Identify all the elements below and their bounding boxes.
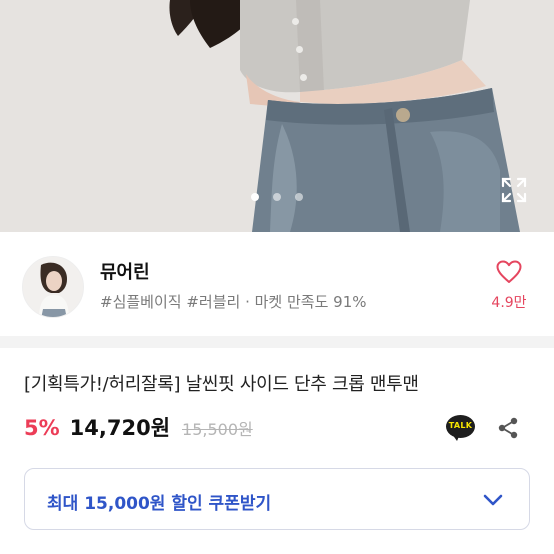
talk-label: TALK: [448, 421, 473, 430]
gallery-pagination: [0, 193, 554, 201]
expand-icon[interactable]: [500, 176, 528, 204]
sale-price: 14,720원: [69, 416, 171, 440]
product-title: [기획특가!/허리잘록] 날씬핏 사이드 단추 크롭 맨투맨: [24, 374, 419, 395]
seller-row[interactable]: 뮤어린 #심플베이직 #러블리 · 마켓 만족도 91% 4.9만: [0, 232, 554, 336]
section-divider: [0, 336, 554, 348]
gallery-dot-2[interactable]: [273, 193, 281, 201]
heart-icon: [496, 260, 522, 283]
talk-bubble-tail: [452, 434, 460, 441]
coupon-button[interactable]: 최대 15,000원 할인 쿠폰받기: [24, 468, 530, 530]
original-price: 15,500원: [182, 420, 253, 439]
like-count: 4.9만: [491, 295, 527, 311]
seller-tags: #심플베이직 #러블리 · 마켓 만족도 91%: [100, 293, 367, 311]
talk-icon[interactable]: TALK: [446, 415, 475, 442]
chevron-down-icon: [481, 488, 505, 512]
seller-name[interactable]: 뮤어린: [100, 258, 150, 284]
gallery-dot-1[interactable]: [251, 193, 259, 201]
price-row: 5% 14,720원 15,500원: [24, 412, 253, 442]
product-photo[interactable]: [0, 0, 554, 232]
discount-rate: 5%: [24, 416, 60, 440]
coupon-label: 최대 15,000원 할인 쿠폰받기: [47, 494, 272, 514]
seller-avatar[interactable]: [22, 256, 84, 318]
share-icon[interactable]: [496, 416, 520, 440]
like-button[interactable]: 4.9만: [486, 260, 532, 312]
gallery-dot-3[interactable]: [295, 193, 303, 201]
